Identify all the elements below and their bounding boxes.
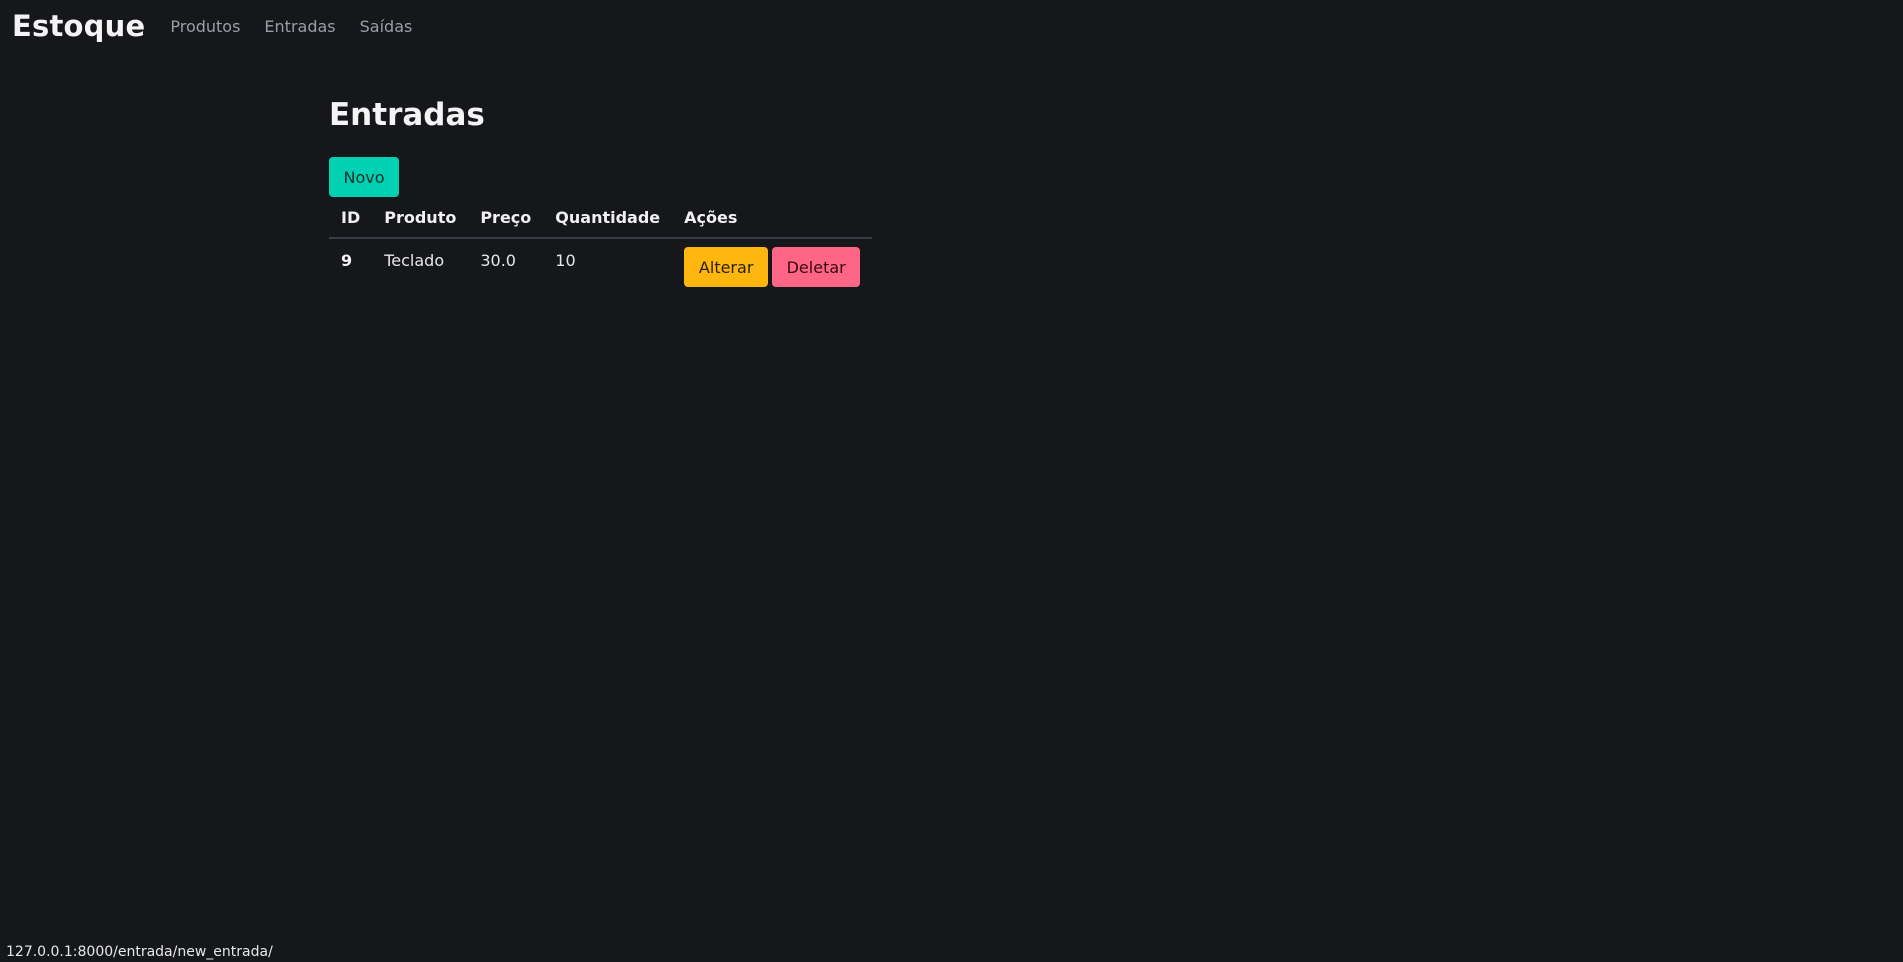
alterar-button[interactable]: Alterar (684, 247, 769, 287)
cell-quantidade: 10 (555, 251, 576, 270)
deletar-button[interactable]: Deletar (772, 247, 861, 287)
nav-link-produtos[interactable]: Produtos (170, 17, 240, 36)
cell-actions: Alterar Deletar (672, 238, 872, 288)
new-entrada-button[interactable]: Novo (329, 157, 399, 197)
cell-id: 9 (341, 251, 353, 270)
column-header-id: ID (329, 197, 373, 239)
table-row: 9 Teclado 30.0 10 Alterar Deletar (329, 238, 872, 288)
nav-link-saidas[interactable]: Saídas (360, 17, 413, 36)
main-content: Entradas Novo ID Produto Preço Quantidad… (329, 96, 873, 288)
column-header-produto: Produto (372, 197, 469, 239)
table-header-row: ID Produto Preço Quantidade Ações (329, 197, 873, 239)
table-body: 9 Teclado 30.0 10 Alterar Deletar (329, 238, 872, 288)
entradas-table: ID Produto Preço Quantidade Ações 9 Tecl… (329, 197, 873, 288)
navbar: Estoque Produtos Entradas Saídas (0, 0, 436, 52)
nav-link-entradas[interactable]: Entradas (264, 17, 335, 36)
cell-preco: 30.0 (480, 251, 516, 270)
page-title: Entradas (329, 97, 485, 133)
brand-link[interactable]: Estoque (12, 9, 145, 43)
column-header-quantidade: Quantidade (543, 197, 673, 239)
column-header-acoes: Ações (672, 197, 873, 239)
status-bar-url: 127.0.0.1:8000/entrada/new_entrada/ (0, 942, 279, 962)
cell-produto: Teclado (384, 251, 445, 270)
column-header-preco: Preço (468, 197, 544, 239)
table-header: ID Produto Preço Quantidade Ações (329, 197, 873, 239)
